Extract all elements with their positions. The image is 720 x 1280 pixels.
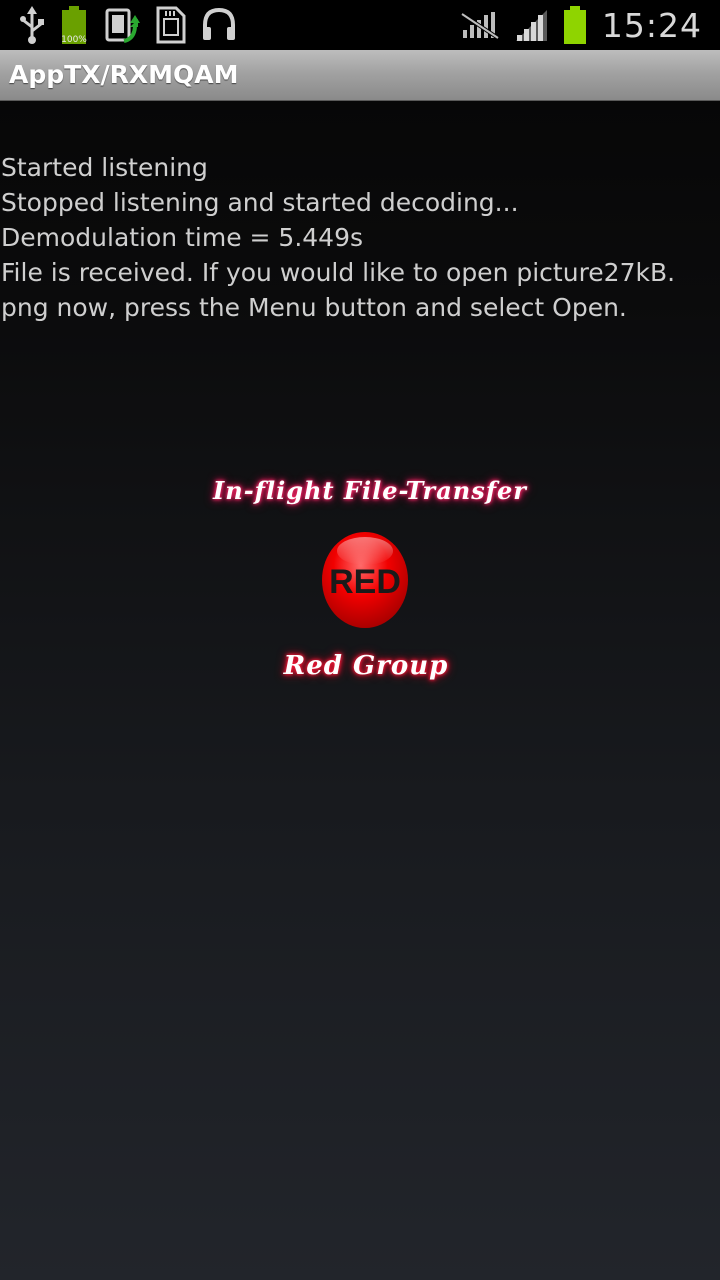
log-line: Stopped listening and started decoding..… bbox=[1, 188, 519, 217]
usb-icon bbox=[18, 5, 46, 45]
status-bar: 100% 15:24 bbox=[0, 0, 720, 50]
brand-subtitle: Red Group bbox=[283, 651, 449, 681]
cell-signal-icon bbox=[514, 8, 548, 42]
title-bar: AppTX/RXMQAM bbox=[0, 50, 720, 101]
no-signal-bars-icon bbox=[460, 10, 500, 40]
battery-percent-label: 100% bbox=[61, 35, 87, 45]
sync-icon bbox=[104, 5, 142, 45]
sd-card-icon bbox=[154, 5, 188, 45]
system-icons: 15:24 bbox=[460, 0, 702, 50]
battery-icon bbox=[562, 5, 588, 45]
log-line: Started listening bbox=[1, 153, 208, 182]
brand-title: In-flight File-Transfer bbox=[213, 476, 527, 505]
battery-full-icon: 100% bbox=[58, 5, 92, 45]
log-line: File is received. If you would like to o… bbox=[1, 258, 676, 287]
red-group-logo: RED bbox=[321, 529, 409, 629]
notification-icons: 100% bbox=[18, 0, 238, 50]
status-clock: 15:24 bbox=[601, 5, 702, 45]
headphones-icon bbox=[200, 5, 238, 45]
logo-text: RED bbox=[329, 563, 401, 601]
log-line: Demodulation time = 5.449s bbox=[1, 223, 364, 252]
log-line: png now, press the Menu button and selec… bbox=[1, 293, 627, 322]
log-output: Started listening Stopped listening and … bbox=[1, 150, 720, 325]
app-title: AppTX/RXMQAM bbox=[9, 60, 239, 89]
